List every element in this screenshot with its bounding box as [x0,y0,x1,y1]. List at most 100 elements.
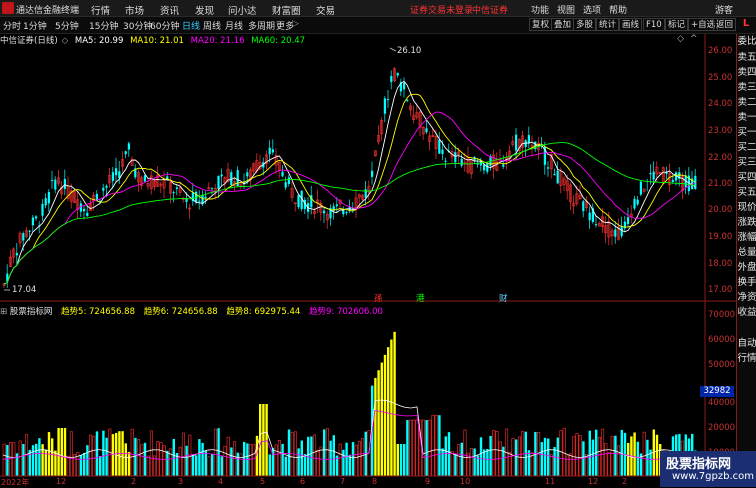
x-tick: 2 [622,477,628,486]
sidebar-item-buy3[interactable]: 买三 [737,155,756,171]
volume-bar [646,439,649,476]
ma60-line [3,142,696,285]
volume-bar [12,442,16,477]
volume-bar [252,444,256,477]
candle-body [323,210,326,214]
volume-bar [409,419,413,477]
x-tick: 5 [260,477,266,486]
sidebar-item-price[interactable]: 现价 [737,200,756,216]
sidebar-item-sell2[interactable]: 卖二 [737,95,756,111]
volume-bar [124,443,127,476]
volume-bar [284,456,287,476]
sidebar-item-buy4[interactable]: 买四 [737,170,756,186]
sidebar-item-netasset[interactable]: 净资 [737,290,756,306]
sidebar-item-volume[interactable]: 总量 [737,245,756,261]
sidebar-item-buy2[interactable]: 买二 [737,140,756,156]
candle-body [31,217,34,226]
volume-bar [54,450,57,476]
volume-bar [198,439,201,476]
candle-body [438,139,441,154]
y-tick: 23.00 [708,126,733,136]
volume-bar [57,428,60,476]
candle-body [297,195,300,208]
event-marker[interactable]: 孫 [374,292,383,304]
x-tick: 2 [131,477,137,486]
y-tick: 21.00 [708,179,733,189]
volume-bar [89,434,93,477]
candle-body [44,198,47,206]
candle-body [217,175,220,189]
sidebar-item-sell3[interactable]: 卖三 [737,80,756,96]
candle-body [271,149,274,153]
candle-body [390,75,393,83]
volume-bar [396,444,399,476]
candle-body [406,99,409,102]
volume-bar [73,454,77,477]
volume-bar [130,428,134,477]
volume-bar [211,453,214,476]
candle-body [54,179,57,190]
volume-bar [517,436,521,477]
volume-bar [169,448,173,477]
volume-bar [134,437,137,476]
volume-bar [562,427,566,477]
candle-body [105,185,108,188]
candle-body [371,170,374,177]
indicator-name[interactable]: 股票指标网 [10,307,53,317]
candle-body [515,134,518,151]
candle-body [198,200,201,202]
volume-bar [338,443,342,477]
sidebar-item-earnings[interactable]: 收益 [737,305,756,321]
volume-bar [332,435,335,476]
volume-bar [207,456,211,477]
x-tick: 12 [588,477,599,486]
volume-bar [22,443,25,476]
vol-y-tick: 40000 [708,398,736,408]
volume-bar [403,444,406,476]
volume-bar [181,432,185,477]
candle-body [41,203,44,216]
candlestick-chart[interactable] [0,0,736,487]
volume-bar [342,449,345,476]
sidebar-item-sell4[interactable]: 卖四 [737,65,756,81]
candle-body [649,173,652,175]
sidebar-item-pct[interactable]: 涨幅 [737,230,756,246]
sidebar-item-weibi[interactable]: 委比 [737,34,756,50]
volume-bar [642,431,646,477]
volume-bar [303,454,307,476]
sidebar-item-turnover[interactable]: 换手 [737,275,756,291]
volume-bar [575,433,579,477]
sidebar-item-outer[interactable]: 外盘 [737,260,756,276]
volume-bar [444,436,447,476]
sidebar-item-buy5[interactable]: 买五 [737,185,756,201]
volume-bar [41,444,44,476]
volume-bar [140,444,144,477]
y-tick: 19.00 [708,232,733,242]
volume-bar [627,442,630,476]
volume-bar [406,420,409,476]
sidebar-tag[interactable]: L [737,18,755,32]
sidebar-item-change[interactable]: 涨跌 [737,215,756,231]
sidebar-item-buy1[interactable]: 买一 [737,125,756,141]
x-tick: 9 [425,477,431,486]
event-marker[interactable]: 财 [499,292,508,304]
sidebar-item-sell1[interactable]: 卖一 [737,110,756,126]
volume-bar [415,419,419,477]
indicator-settings-icon[interactable]: ⊞ [0,307,7,317]
candle-body [83,208,86,212]
sidebar-item-sell5[interactable]: 卖五 [737,50,756,66]
trend5-value: 趋势5: 724656.88 [61,307,135,317]
volume-bar [265,404,268,476]
volume-bar [226,436,230,477]
volume-bar [450,451,454,477]
volume-bar [204,450,207,476]
sidebar-item-auto[interactable]: 自动 [737,336,756,352]
sidebar-item-hangqing[interactable]: 行情 [737,351,756,367]
volume-bar [345,442,348,476]
volume-bar [483,449,486,476]
volume-bar [172,438,175,476]
candle-body [582,201,585,212]
y-tick: 26.00 [708,46,733,56]
event-marker[interactable]: 港 [416,292,425,304]
candle-body [175,187,178,189]
